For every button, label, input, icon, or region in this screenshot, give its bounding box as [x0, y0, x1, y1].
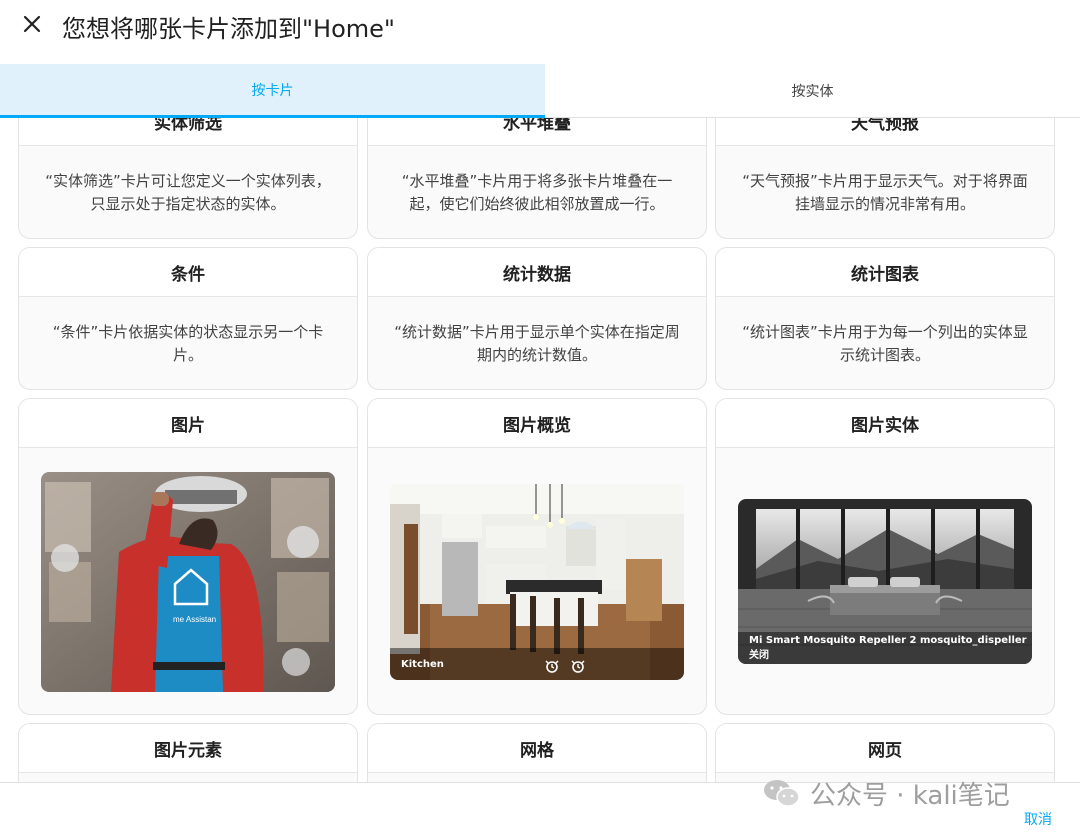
card-picture-glance[interactable]: 图片概览 Kitchen	[367, 398, 707, 715]
card-statistic[interactable]: 统计数据 “统计数据”卡片用于显示单个实体在指定周期内的统计数值。	[367, 247, 707, 390]
card-description: “天气预报”卡片用于显示天气。对于将界面挂墙显示的情况非常有用。	[742, 172, 1028, 213]
dialog-title: 您想将哪张卡片添加到"Home"	[62, 15, 395, 43]
wechat-icon	[764, 780, 800, 807]
card-horizontal-stack[interactable]: 水平堆叠 “水平堆叠”卡片用于将多张卡片堆叠在一起，使它们始终彼此相邻放置成一行…	[367, 118, 707, 239]
card-picture-elements[interactable]: 图片元素	[18, 723, 358, 782]
card-title: 统计数据	[368, 248, 706, 297]
card-description: “统计数据”卡片用于显示单个实体在指定周期内的统计数值。	[394, 323, 680, 364]
card-title: 图片概览	[368, 399, 706, 448]
card-title: 水平堆叠	[368, 118, 706, 146]
card-description: “统计图表”卡片用于为每一个列出的实体显示统计图表。	[742, 323, 1028, 364]
card-title: 统计图表	[716, 248, 1054, 297]
kitchen-photo: Kitchen	[390, 484, 684, 680]
tab-by-entity[interactable]: 按实体	[545, 64, 1080, 118]
motion-sensor-icon[interactable]	[544, 658, 560, 674]
card-description: “实体筛选”卡片可让您定义一个实体列表，只显示处于指定状态的实体。	[45, 172, 331, 213]
glance-entity-icons	[544, 658, 586, 674]
card-title: 图片	[19, 399, 357, 448]
close-icon	[23, 15, 41, 33]
cancel-button[interactable]: 取消	[1024, 809, 1052, 829]
card-title: 条件	[19, 248, 357, 297]
card-statistics-graph[interactable]: 统计图表 “统计图表”卡片用于为每一个列出的实体显示统计图表。	[715, 247, 1055, 390]
card-title: 实体筛选	[19, 118, 357, 146]
card-title: 天气预报	[716, 118, 1054, 146]
watermark-text: 公众号 · kali笔记	[810, 780, 1010, 811]
card-description: “条件”卡片依据实体的状态显示另一个卡片。	[52, 323, 324, 364]
motion-sensor-icon[interactable]	[570, 658, 586, 674]
tab-by-card[interactable]: 按卡片	[0, 64, 545, 118]
card-picture-entity[interactable]: 图片实体 Mi Smart Mosquito Repeller 2 mosqui…	[715, 398, 1055, 715]
card-conditional[interactable]: 条件 “条件”卡片依据实体的状态显示另一个卡片。	[18, 247, 358, 390]
preview-caption: Mi Smart Mosquito Repeller 2 mosquito_di…	[738, 632, 1032, 664]
dialog-header: 您想将哪张卡片添加到"Home"	[0, 0, 1080, 64]
card-grid-layout[interactable]: 网格	[367, 723, 707, 782]
card-title: 网页	[716, 724, 1054, 773]
shirt-text: me Assistan	[173, 615, 216, 624]
dialog-footer: 公众号 · kali笔记 取消	[0, 780, 1080, 832]
card-title: 网格	[368, 724, 706, 773]
card-title: 图片实体	[716, 399, 1054, 448]
card-title: 图片元素	[19, 724, 357, 773]
card-grid: 实体筛选 “实体筛选”卡片可让您定义一个实体列表，只显示处于指定状态的实体。 水…	[0, 118, 1080, 782]
person-photo: me Assistan	[41, 472, 335, 692]
card-picture[interactable]: 图片 me Assistan	[18, 398, 358, 715]
card-weather-forecast[interactable]: 天气预报 “天气预报”卡片用于显示天气。对于将界面挂墙显示的情况非常有用。	[715, 118, 1055, 239]
card-description: “水平堆叠”卡片用于将多张卡片堆叠在一起，使它们始终彼此相邻放置成一行。	[401, 172, 673, 213]
close-button[interactable]	[18, 10, 46, 38]
preview-caption: Kitchen	[390, 648, 684, 680]
bedroom-photo: Mi Smart Mosquito Repeller 2 mosquito_di…	[738, 499, 1032, 664]
watermark: 公众号 · kali笔记	[762, 773, 1010, 813]
tab-bar: 按卡片 按实体	[0, 64, 1080, 118]
card-entity-filter[interactable]: 实体筛选 “实体筛选”卡片可让您定义一个实体列表，只显示处于指定状态的实体。	[18, 118, 358, 239]
